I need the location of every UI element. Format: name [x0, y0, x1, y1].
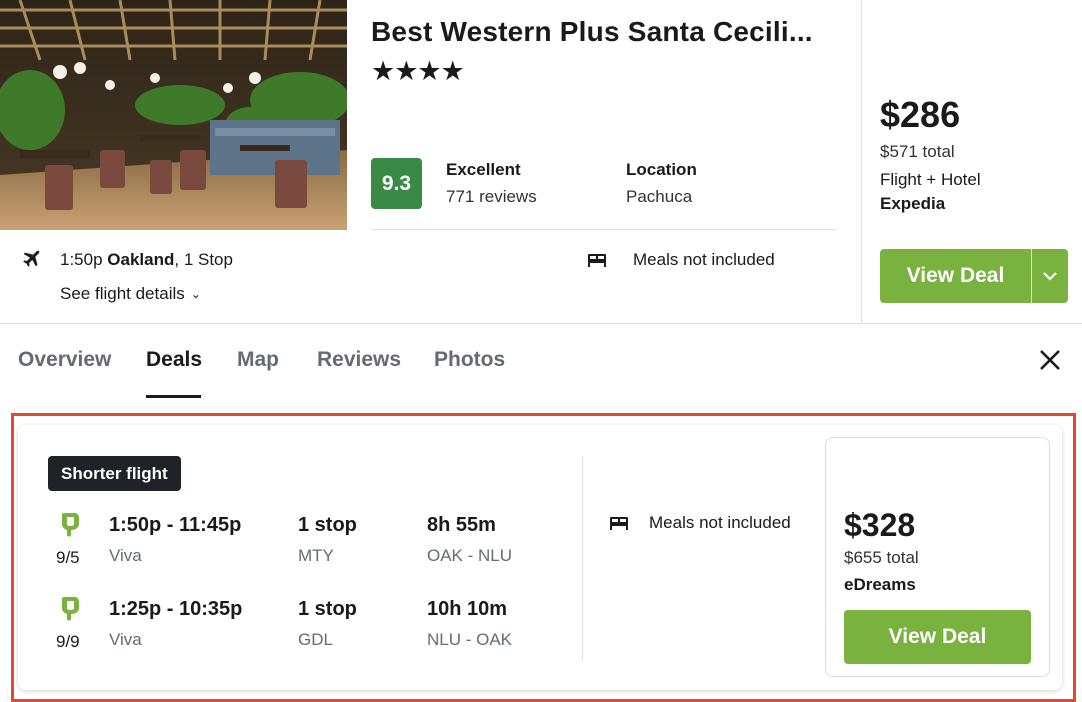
- view-deal-button[interactable]: View Deal: [844, 610, 1031, 664]
- leg-via: MTY: [298, 546, 334, 565]
- bed-icon: [610, 517, 628, 530]
- package-type: Flight + Hotel: [880, 170, 981, 189]
- tab-reviews[interactable]: Reviews: [317, 348, 401, 372]
- restaurant-photo-icon: [0, 0, 347, 230]
- viva-airline-logo-icon: [62, 513, 79, 537]
- leg-duration: 10h 10m: [427, 598, 508, 620]
- divider: [371, 229, 837, 230]
- tab-deals[interactable]: Deals: [146, 348, 202, 372]
- hotel-name[interactable]: Best Western Plus Santa Cecili...: [371, 16, 841, 48]
- chevron-down-icon: [1043, 272, 1057, 281]
- review-count[interactable]: 771 reviews: [446, 187, 537, 207]
- chevron-down-icon: ⌄: [190, 287, 201, 301]
- score-badge: 9.3: [371, 158, 422, 209]
- divider: [582, 456, 583, 660]
- leg-duration: 8h 55m: [427, 514, 496, 536]
- leg-date: 9/5: [56, 548, 80, 567]
- detail-tabs: Overview Deals Map Reviews Photos: [0, 324, 1082, 399]
- see-flight-details-link[interactable]: See flight details ⌄: [60, 284, 201, 304]
- price-total: $571 total: [880, 142, 955, 161]
- deal-total: $655 total: [844, 548, 919, 567]
- meals-info: Meals not included: [649, 513, 791, 532]
- tab-overview[interactable]: Overview: [18, 348, 111, 372]
- leg-times: 1:25p - 10:35p: [109, 598, 243, 620]
- flight-stops: , 1 Stop: [174, 250, 233, 269]
- leg-route: OAK - NLU: [427, 546, 513, 565]
- airplane-icon: [23, 250, 40, 267]
- flight-summary: 1:50p Oakland, 1 Stop: [60, 250, 233, 270]
- bed-icon: [588, 254, 606, 267]
- leg-via: GDL: [298, 630, 333, 649]
- view-deal-split-button: View Deal: [880, 249, 1068, 303]
- viva-airline-logo-icon: [62, 597, 79, 621]
- more-deals-dropdown[interactable]: [1032, 249, 1068, 303]
- leg-airline: Viva: [109, 546, 142, 565]
- deal-provider: eDreams: [844, 575, 916, 594]
- location-label: Location: [626, 160, 697, 179]
- leg-stops: 1 stop: [298, 514, 357, 536]
- flight-origin: Oakland: [107, 250, 175, 269]
- hotel-photo[interactable]: [0, 0, 347, 230]
- rating-word: Excellent: [446, 160, 521, 179]
- meals-info: Meals not included: [633, 250, 775, 269]
- price-per-person: $286: [880, 94, 961, 135]
- shorter-flight-badge: Shorter flight: [48, 456, 181, 491]
- leg-times: 1:50p - 11:45p: [109, 514, 242, 536]
- star-rating: ★★★★: [371, 56, 465, 86]
- leg-stops: 1 stop: [298, 598, 357, 620]
- tab-map[interactable]: Map: [237, 348, 279, 372]
- flight-time: 1:50p: [60, 250, 103, 269]
- view-deal-button[interactable]: View Deal: [880, 249, 1032, 303]
- deal-price: $328: [844, 507, 916, 543]
- leg-date: 9/9: [56, 632, 80, 651]
- location-value: Pachuca: [626, 187, 693, 206]
- leg-route: NLU - OAK: [427, 630, 513, 649]
- see-flight-details-label: See flight details: [60, 284, 185, 303]
- leg-airline: Viva: [109, 630, 142, 649]
- provider-name: Expedia: [880, 194, 946, 213]
- divider: [861, 0, 862, 323]
- tab-photos[interactable]: Photos: [434, 348, 505, 372]
- active-tab-indicator: [146, 395, 201, 398]
- close-icon[interactable]: [1036, 346, 1064, 374]
